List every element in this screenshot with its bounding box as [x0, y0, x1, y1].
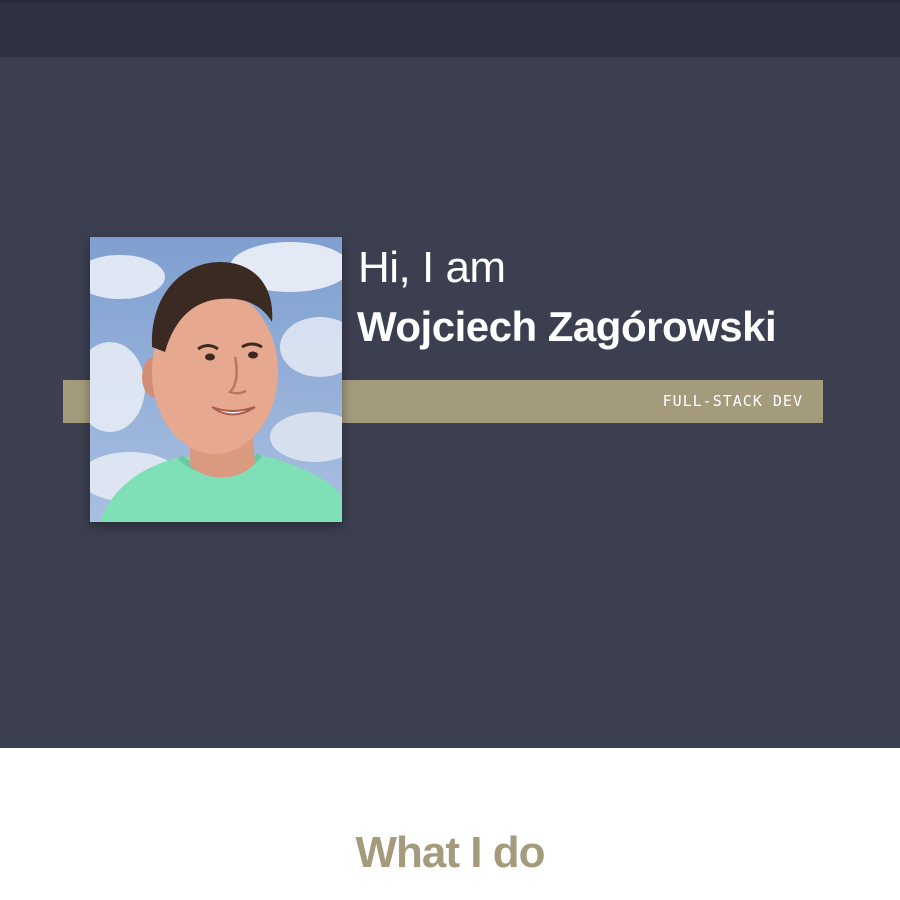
section-title-what-i-do: What I do [355, 828, 546, 877]
profile-photo-image [90, 237, 342, 522]
role-label: FULL-STACK DEV [662, 392, 803, 410]
profile-photo [90, 237, 342, 522]
hero-name: Wojciech Zagórowski [357, 303, 777, 350]
hero-greeting: Hi, I am [358, 243, 506, 292]
top-navigation-bar [0, 0, 900, 57]
